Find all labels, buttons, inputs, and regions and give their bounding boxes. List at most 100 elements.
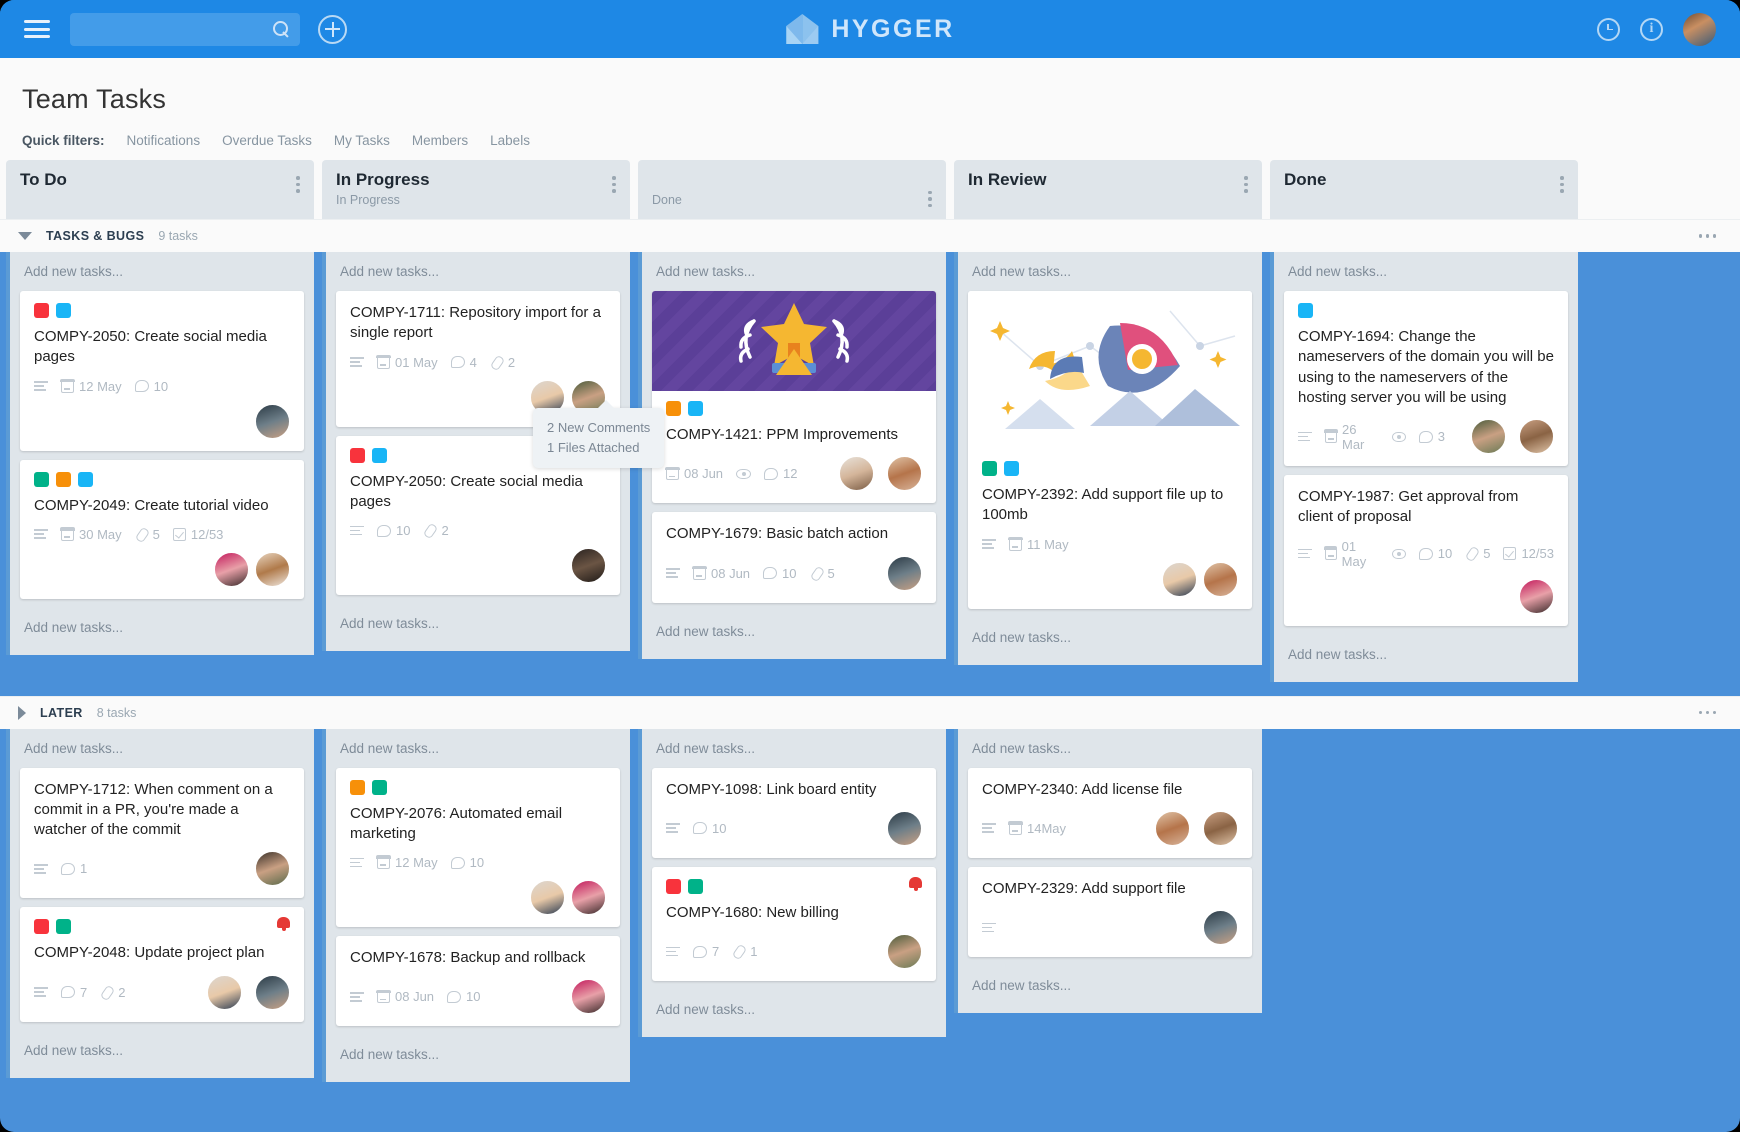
add-new-task-bottom[interactable]: Add new tasks... bbox=[326, 604, 630, 643]
column-header-in-progress[interactable]: In Progress In Progress bbox=[322, 160, 630, 219]
add-new-task-bottom[interactable]: Add new tasks... bbox=[958, 618, 1262, 657]
avatar[interactable] bbox=[887, 934, 922, 969]
description-icon bbox=[666, 568, 680, 578]
hygger-logo-icon bbox=[786, 14, 819, 44]
user-avatar[interactable] bbox=[1683, 12, 1716, 46]
add-new-task-bottom[interactable]: Add new tasks... bbox=[10, 1031, 314, 1070]
card-title: COMPY-2050: Create social media pages bbox=[350, 472, 583, 510]
add-new-task[interactable]: Add new tasks... bbox=[10, 252, 314, 291]
avatar[interactable] bbox=[255, 551, 290, 587]
search-box[interactable] bbox=[70, 12, 300, 46]
filter-notifications[interactable]: Notifications bbox=[127, 133, 201, 148]
add-new-task-bottom[interactable]: Add new tasks... bbox=[326, 1035, 630, 1074]
column-header-todo[interactable]: To Do bbox=[6, 160, 314, 219]
avatar[interactable] bbox=[571, 548, 606, 583]
filter-labels[interactable]: Labels bbox=[490, 133, 530, 148]
avatar[interactable] bbox=[530, 880, 565, 915]
card-title: COMPY-1678: Backup and rollback bbox=[350, 949, 586, 966]
task-card[interactable]: COMPY-1098: Link board entity 10 bbox=[652, 767, 936, 858]
search-input[interactable] bbox=[80, 21, 273, 37]
column-menu-icon[interactable] bbox=[1244, 170, 1248, 193]
comment-icon bbox=[450, 356, 465, 368]
filter-my-tasks[interactable]: My Tasks bbox=[334, 133, 390, 148]
avatar[interactable] bbox=[207, 974, 242, 1010]
calendar-icon bbox=[1324, 546, 1337, 560]
column-menu-icon[interactable] bbox=[296, 170, 300, 193]
task-card[interactable]: COMPY-1711: Repository import for a sing… bbox=[336, 291, 620, 427]
avatar[interactable] bbox=[1203, 910, 1238, 945]
task-card[interactable]: COMPY-1712: When comment on a commit in … bbox=[20, 767, 304, 899]
quick-filters: Quick filters: Notifications Overdue Tas… bbox=[22, 133, 1718, 160]
add-button[interactable] bbox=[318, 14, 347, 44]
column-menu-icon[interactable] bbox=[612, 170, 616, 193]
filter-members[interactable]: Members bbox=[412, 133, 468, 148]
avatar[interactable] bbox=[1155, 810, 1190, 846]
clock-icon[interactable] bbox=[1597, 17, 1620, 41]
task-card[interactable]: COMPY-2049: Create tutorial video 30 May… bbox=[20, 459, 304, 599]
label-orange bbox=[56, 471, 71, 487]
attachment-icon bbox=[135, 528, 148, 541]
info-icon[interactable]: i bbox=[1640, 17, 1663, 41]
avatar[interactable] bbox=[1203, 810, 1238, 846]
collapse-triangle-icon[interactable] bbox=[18, 232, 32, 240]
add-new-task[interactable]: Add new tasks... bbox=[326, 252, 630, 291]
avatar[interactable] bbox=[839, 456, 874, 492]
expand-triangle-icon[interactable] bbox=[18, 705, 26, 720]
column-menu-icon[interactable] bbox=[1560, 170, 1564, 193]
avatar[interactable] bbox=[887, 810, 922, 846]
add-new-task[interactable]: Add new tasks... bbox=[642, 729, 946, 768]
column-header-done-1[interactable]: Done bbox=[638, 160, 946, 219]
task-card[interactable]: COMPY-2392: Add support file up to 100mb… bbox=[968, 291, 1252, 609]
notification-bell-icon[interactable] bbox=[909, 876, 922, 891]
avatar[interactable] bbox=[1203, 561, 1238, 597]
swimlane-menu-icon[interactable] bbox=[1698, 710, 1716, 715]
column-header-done-2[interactable]: Done bbox=[1270, 160, 1578, 219]
add-new-task[interactable]: Add new tasks... bbox=[1274, 252, 1578, 291]
avatar[interactable] bbox=[255, 403, 290, 439]
add-new-task[interactable]: Add new tasks... bbox=[958, 729, 1262, 768]
card-meta: 12 May 10 bbox=[350, 855, 606, 870]
task-card[interactable]: COMPY-2329: Add support file bbox=[968, 866, 1252, 957]
avatar[interactable] bbox=[887, 555, 922, 591]
add-new-task-bottom[interactable]: Add new tasks... bbox=[642, 990, 946, 1029]
add-new-task-bottom[interactable]: Add new tasks... bbox=[642, 612, 946, 651]
task-card[interactable]: COMPY-2048: Update project plan 7 2 bbox=[20, 907, 304, 1022]
filter-overdue-tasks[interactable]: Overdue Tasks bbox=[222, 133, 312, 148]
avatar[interactable] bbox=[1162, 561, 1197, 597]
avatar[interactable] bbox=[571, 979, 606, 1015]
avatar[interactable] bbox=[214, 551, 249, 587]
hamburger-menu-icon[interactable] bbox=[24, 20, 50, 38]
notification-bell-icon[interactable] bbox=[277, 917, 290, 932]
card-date: 11 May bbox=[1027, 536, 1069, 552]
swimlane-menu-icon[interactable] bbox=[1698, 234, 1716, 238]
avatar[interactable] bbox=[255, 851, 290, 887]
add-new-task[interactable]: Add new tasks... bbox=[10, 729, 314, 768]
avatar[interactable] bbox=[887, 456, 922, 492]
task-card[interactable]: COMPY-2076: Automated email marketing 12… bbox=[336, 767, 620, 927]
column-menu-icon[interactable] bbox=[928, 185, 932, 207]
task-card[interactable]: COMPY-1987: Get approval from client of … bbox=[1284, 475, 1568, 626]
task-card[interactable]: COMPY-1680: New billing 7 1 bbox=[652, 866, 936, 981]
add-new-task[interactable]: Add new tasks... bbox=[642, 252, 946, 291]
avatar[interactable] bbox=[255, 974, 290, 1010]
card-title: COMPY-1711: Repository import for a sing… bbox=[350, 304, 601, 342]
avatar[interactable] bbox=[1519, 419, 1554, 454]
swimlane-header-later[interactable]: LATER 8 tasks bbox=[0, 695, 1740, 729]
column-header-in-review[interactable]: In Review bbox=[954, 160, 1262, 219]
add-new-task-bottom[interactable]: Add new tasks... bbox=[958, 966, 1262, 1005]
task-card[interactable]: COMPY-1678: Backup and rollback 08 Jun 1… bbox=[336, 936, 620, 1027]
avatar[interactable] bbox=[1471, 419, 1506, 454]
task-card[interactable]: COMPY-2050: Create social media pages 12… bbox=[20, 291, 304, 451]
add-new-task[interactable]: Add new tasks... bbox=[958, 252, 1262, 291]
avatar[interactable] bbox=[571, 880, 606, 915]
avatar[interactable] bbox=[1519, 578, 1554, 614]
task-card[interactable]: COMPY-1421: PPM Improvements 08 Jun 12 bbox=[652, 291, 936, 504]
add-new-task-bottom[interactable]: Add new tasks... bbox=[10, 608, 314, 647]
task-card[interactable]: COMPY-1679: Basic batch action 08 Jun 10… bbox=[652, 512, 936, 603]
calendar-icon bbox=[60, 527, 75, 541]
add-new-task-bottom[interactable]: Add new tasks... bbox=[1274, 635, 1578, 674]
task-card[interactable]: COMPY-2340: Add license file 14May bbox=[968, 767, 1252, 858]
add-new-task[interactable]: Add new tasks... bbox=[326, 729, 630, 768]
swimlane-header-tasks-bugs[interactable]: TASKS & BUGS 9 tasks bbox=[0, 219, 1740, 252]
task-card[interactable]: COMPY-1694: Change the nameservers of th… bbox=[1284, 291, 1568, 466]
